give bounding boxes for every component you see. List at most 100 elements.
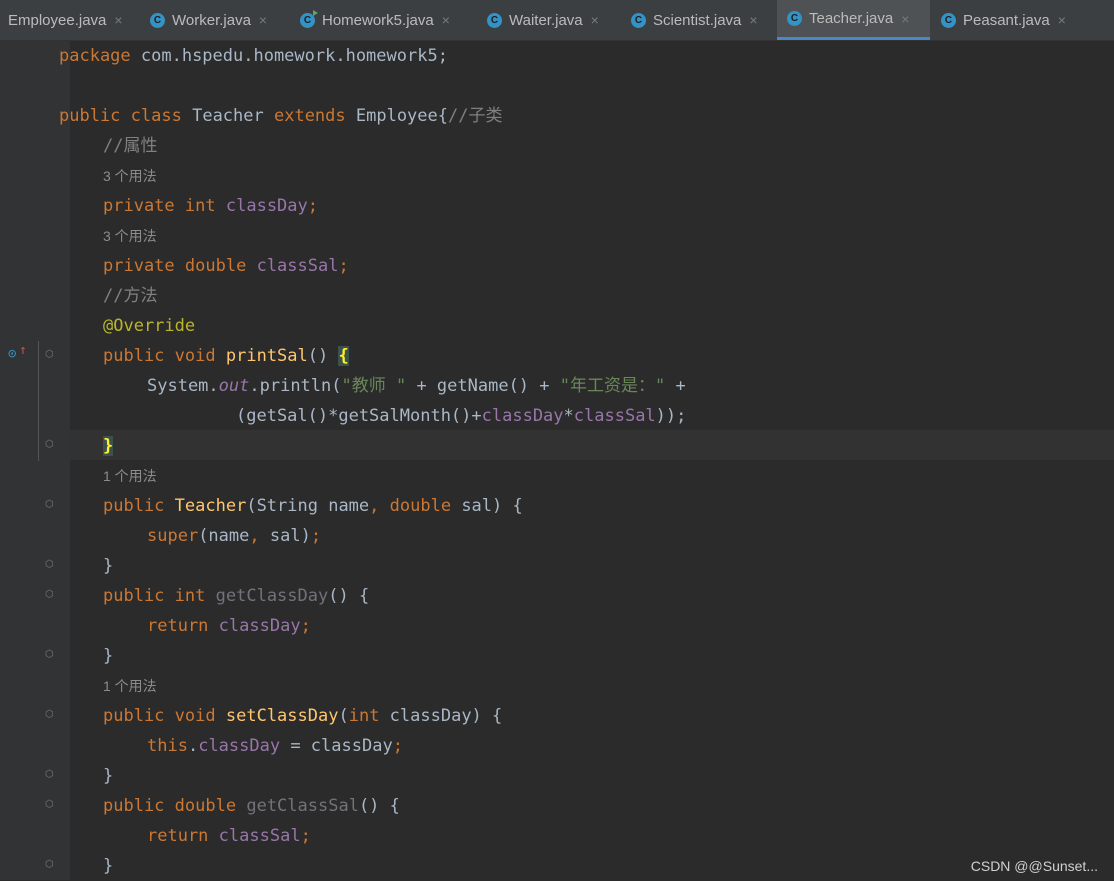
- fold-icon[interactable]: ⬡: [45, 859, 56, 870]
- close-icon[interactable]: ×: [901, 11, 909, 27]
- code-line[interactable]: //属性: [103, 131, 157, 161]
- code-line[interactable]: private int classDay;: [103, 191, 318, 221]
- comment: //方法: [103, 286, 158, 306]
- field: classSal: [573, 406, 656, 426]
- field: classSal: [256, 256, 339, 276]
- tab-peasant[interactable]: C Peasant.java ×: [941, 0, 1101, 40]
- code-line[interactable]: //方法: [103, 281, 157, 311]
- method-name: getClassDay: [215, 586, 329, 606]
- closing-brace: }: [103, 556, 114, 576]
- code-line[interactable]: }: [103, 551, 113, 581]
- fold-icon[interactable]: ⬡: [45, 709, 56, 720]
- keyword: class: [130, 106, 182, 126]
- code-line[interactable]: }: [103, 761, 113, 791]
- params: sal) {: [451, 496, 523, 516]
- keyword: public: [103, 496, 165, 516]
- java-class-icon: C: [150, 12, 165, 28]
- tab-label: Worker.java: [172, 11, 251, 29]
- java-class-icon: C: [487, 12, 502, 28]
- code-line[interactable]: super(name, sal);: [147, 521, 321, 551]
- close-icon[interactable]: ×: [1058, 12, 1066, 28]
- fold-icon[interactable]: ⬡: [45, 559, 56, 570]
- class-name: Teacher: [181, 106, 274, 126]
- keyword: public: [103, 706, 165, 726]
- code-line[interactable]: public double getClassSal() {: [103, 791, 400, 821]
- assignment: = classDay: [280, 736, 393, 756]
- usage-hint[interactable]: 3 个用法: [103, 161, 157, 191]
- code-line[interactable]: return classDay;: [147, 611, 311, 641]
- code-line[interactable]: }: [103, 641, 113, 671]
- code-line[interactable]: public int getClassDay() {: [103, 581, 369, 611]
- fold-icon[interactable]: ⬡: [45, 349, 56, 360]
- code-text: +: [665, 376, 686, 396]
- fold-icon[interactable]: ⬡: [45, 499, 56, 510]
- usage-hint[interactable]: 1 个用法: [103, 671, 157, 701]
- annotation: @Override: [103, 316, 196, 336]
- tab-employee[interactable]: Employee.java ×: [0, 0, 142, 40]
- tab-worker[interactable]: C Worker.java ×: [150, 0, 290, 40]
- code-line[interactable]: System.out.println("教师 " + getName() + "…: [147, 371, 686, 401]
- args: (name: [198, 526, 250, 546]
- usage-hint[interactable]: 3 个用法: [103, 221, 157, 251]
- tab-waiter[interactable]: C Waiter.java ×: [487, 0, 622, 40]
- code-line[interactable]: this.classDay = classDay;: [147, 731, 403, 761]
- params: (String name: [246, 496, 370, 516]
- change-marker: [38, 341, 39, 461]
- keyword: extends: [273, 106, 346, 126]
- tab-homework5[interactable]: C Homework5.java ×: [300, 0, 478, 40]
- static-field: out: [218, 376, 250, 396]
- code-line[interactable]: public void setClassDay(int classDay) {: [103, 701, 502, 731]
- code-line[interactable]: private double classSal;: [103, 251, 349, 281]
- usage-hint[interactable]: 1 个用法: [103, 461, 157, 491]
- close-icon[interactable]: ×: [591, 12, 599, 28]
- params: classDay) {: [379, 706, 503, 726]
- superclass: Employee{: [345, 106, 448, 126]
- code-line[interactable]: return classSal;: [147, 821, 311, 851]
- close-icon[interactable]: ×: [749, 12, 757, 28]
- code-line[interactable]: (getSal()*getSalMonth()+classDay*classSa…: [236, 401, 686, 431]
- field: classSal: [218, 826, 301, 846]
- code-text: System.: [147, 376, 219, 396]
- code-line[interactable]: public class Teacher extends Employee{//…: [59, 101, 502, 131]
- code-line[interactable]: }: [103, 851, 113, 881]
- tab-teacher[interactable]: C Teacher.java ×: [777, 0, 930, 40]
- field: classDay: [218, 616, 301, 636]
- code-line[interactable]: public Teacher(String name, double sal) …: [103, 491, 523, 521]
- close-icon[interactable]: ×: [442, 12, 450, 28]
- field: classDay: [225, 196, 308, 216]
- args: sal): [259, 526, 311, 546]
- fold-icon[interactable]: ⬡: [45, 799, 56, 810]
- keyword: private: [103, 196, 175, 216]
- tab-label: Waiter.java: [509, 11, 583, 29]
- java-runnable-class-icon: C: [300, 9, 318, 28]
- override-method-icon[interactable]: ⊙: [8, 346, 16, 362]
- code-line[interactable]: @Override: [103, 311, 195, 341]
- tab-scientist[interactable]: C Scientist.java ×: [631, 0, 781, 40]
- keyword: return: [147, 826, 209, 846]
- fold-icon[interactable]: ⬡: [45, 439, 56, 450]
- fold-icon[interactable]: ⬡: [45, 769, 56, 780]
- matched-brace: }: [103, 436, 114, 456]
- string-literal: "年工资是：": [559, 376, 666, 396]
- code-line[interactable]: }: [103, 431, 114, 461]
- keyword: public: [103, 346, 165, 366]
- closing-brace: }: [103, 856, 114, 876]
- close-icon[interactable]: ×: [259, 12, 267, 28]
- code-line[interactable]: public void printSal() {: [103, 341, 349, 371]
- editor-gutter[interactable]: [0, 41, 70, 880]
- matched-brace: {: [338, 346, 349, 366]
- code-text: (getSal()*getSalMonth()+: [236, 406, 482, 426]
- fold-icon[interactable]: ⬡: [45, 649, 56, 660]
- keyword: void: [174, 706, 216, 726]
- code-line[interactable]: package com.hspedu.homework.homework5;: [59, 41, 448, 71]
- params: (: [338, 706, 349, 726]
- fold-icon[interactable]: ⬡: [45, 589, 56, 600]
- arrow-up-icon[interactable]: ↑: [19, 343, 27, 358]
- tab-label: Employee.java: [8, 11, 107, 29]
- keyword: return: [147, 616, 209, 636]
- keyword: public: [103, 796, 165, 816]
- tab-label: Peasant.java: [963, 11, 1050, 29]
- close-icon[interactable]: ×: [114, 12, 122, 28]
- keyword: this: [147, 736, 188, 756]
- keyword: super: [147, 526, 199, 546]
